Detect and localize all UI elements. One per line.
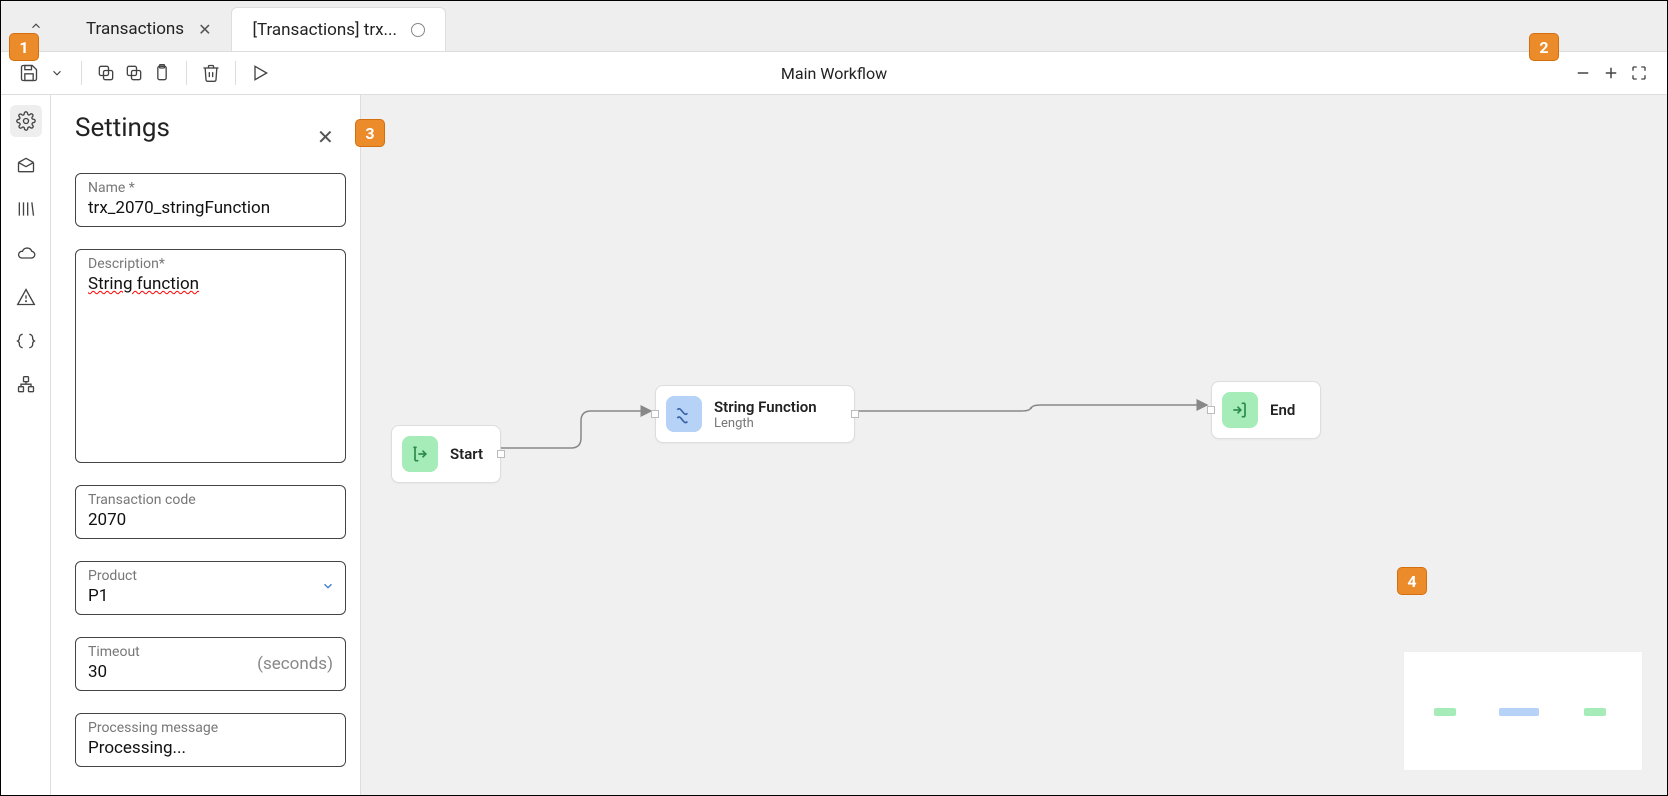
label-description: Description* <box>88 256 333 272</box>
settings-panel: Settings Name * trx_2070_stringFunction … <box>51 95 361 795</box>
label-procmsg: Processing message <box>88 720 333 736</box>
annotation-4: 4 <box>1397 567 1427 595</box>
value-procmsg: Processing... <box>88 738 186 758</box>
tab-transaction-detail[interactable]: [Transactions] trx... <box>231 7 446 51</box>
node-end-label: End <box>1270 401 1295 419</box>
annotation-1: 1 <box>9 33 39 61</box>
save-dropdown[interactable] <box>43 59 71 87</box>
rail-modules[interactable] <box>10 369 42 401</box>
field-description[interactable]: Description* String function <box>75 249 346 463</box>
zoom-out-button[interactable] <box>1569 59 1597 87</box>
field-product[interactable]: Product P1 <box>75 561 346 615</box>
rail-library[interactable] <box>10 193 42 225</box>
port-in[interactable] <box>651 410 659 418</box>
divider <box>186 61 187 85</box>
label-product: Product <box>88 568 333 584</box>
tab-label: [Transactions] trx... <box>252 20 397 40</box>
zoom-in-button[interactable] <box>1597 59 1625 87</box>
field-name[interactable]: Name * trx_2070_stringFunction <box>75 173 346 227</box>
node-end[interactable]: End <box>1211 381 1321 439</box>
port-out[interactable] <box>497 450 505 458</box>
minimap-node <box>1434 708 1456 716</box>
rail-settings[interactable] <box>10 105 42 137</box>
copy-button[interactable] <box>92 59 120 87</box>
minimap-node <box>1584 708 1606 716</box>
field-processing-message[interactable]: Processing message Processing... <box>75 713 346 767</box>
node-start[interactable]: Start <box>391 425 501 483</box>
divider <box>235 61 236 85</box>
save-button[interactable] <box>15 59 43 87</box>
rail-cloud[interactable] <box>10 237 42 269</box>
delete-button[interactable] <box>197 59 225 87</box>
tab-transactions[interactable]: Transactions ✕ <box>66 7 231 51</box>
node-fn-title: String Function <box>714 398 817 416</box>
rail-code[interactable] <box>10 325 42 357</box>
cut-button[interactable] <box>120 59 148 87</box>
chevron-down-icon[interactable] <box>321 579 335 597</box>
workflow-title: Main Workflow <box>781 64 887 83</box>
value-product: P1 <box>88 586 108 606</box>
tab-label: Transactions <box>86 19 184 39</box>
start-icon <box>402 436 438 472</box>
node-string-function[interactable]: String Function Length <box>655 385 855 443</box>
run-button[interactable] <box>246 59 274 87</box>
value-timeout: 30 <box>88 662 107 682</box>
toolbar: Main Workflow <box>1 51 1667 95</box>
minimap-node <box>1499 708 1539 716</box>
annotation-2: 2 <box>1529 33 1559 61</box>
value-description: String function <box>88 274 199 294</box>
unit-timeout: (seconds) <box>257 654 333 674</box>
workflow-canvas[interactable]: Start String Function Length E <box>361 95 1667 795</box>
divider <box>81 61 82 85</box>
node-start-label: Start <box>450 445 483 463</box>
field-timeout[interactable]: Timeout 30 (seconds) <box>75 637 346 691</box>
field-transaction-code[interactable]: Transaction code 2070 <box>75 485 346 539</box>
label-tcode: Transaction code <box>88 492 333 508</box>
panel-close-button[interactable]: ✕ <box>317 125 334 149</box>
unsaved-indicator-icon <box>411 23 425 37</box>
function-icon <box>666 396 702 432</box>
rail-alerts[interactable] <box>10 281 42 313</box>
node-fn-sub: Length <box>714 416 817 431</box>
port-in[interactable] <box>1207 406 1215 414</box>
paste-button[interactable] <box>148 59 176 87</box>
fullscreen-button[interactable] <box>1625 59 1653 87</box>
minimap[interactable] <box>1403 651 1643 771</box>
label-name: Name * <box>88 180 333 196</box>
end-icon <box>1222 392 1258 428</box>
annotation-3: 3 <box>355 119 385 147</box>
side-rail <box>1 95 51 795</box>
port-out[interactable] <box>851 410 859 418</box>
value-tcode: 2070 <box>88 510 126 530</box>
tab-bar: Transactions ✕ [Transactions] trx... <box>1 1 1667 51</box>
value-name: trx_2070_stringFunction <box>88 198 270 218</box>
rail-box[interactable] <box>10 149 42 181</box>
close-icon[interactable]: ✕ <box>198 20 211 39</box>
panel-title: Settings <box>75 113 346 143</box>
